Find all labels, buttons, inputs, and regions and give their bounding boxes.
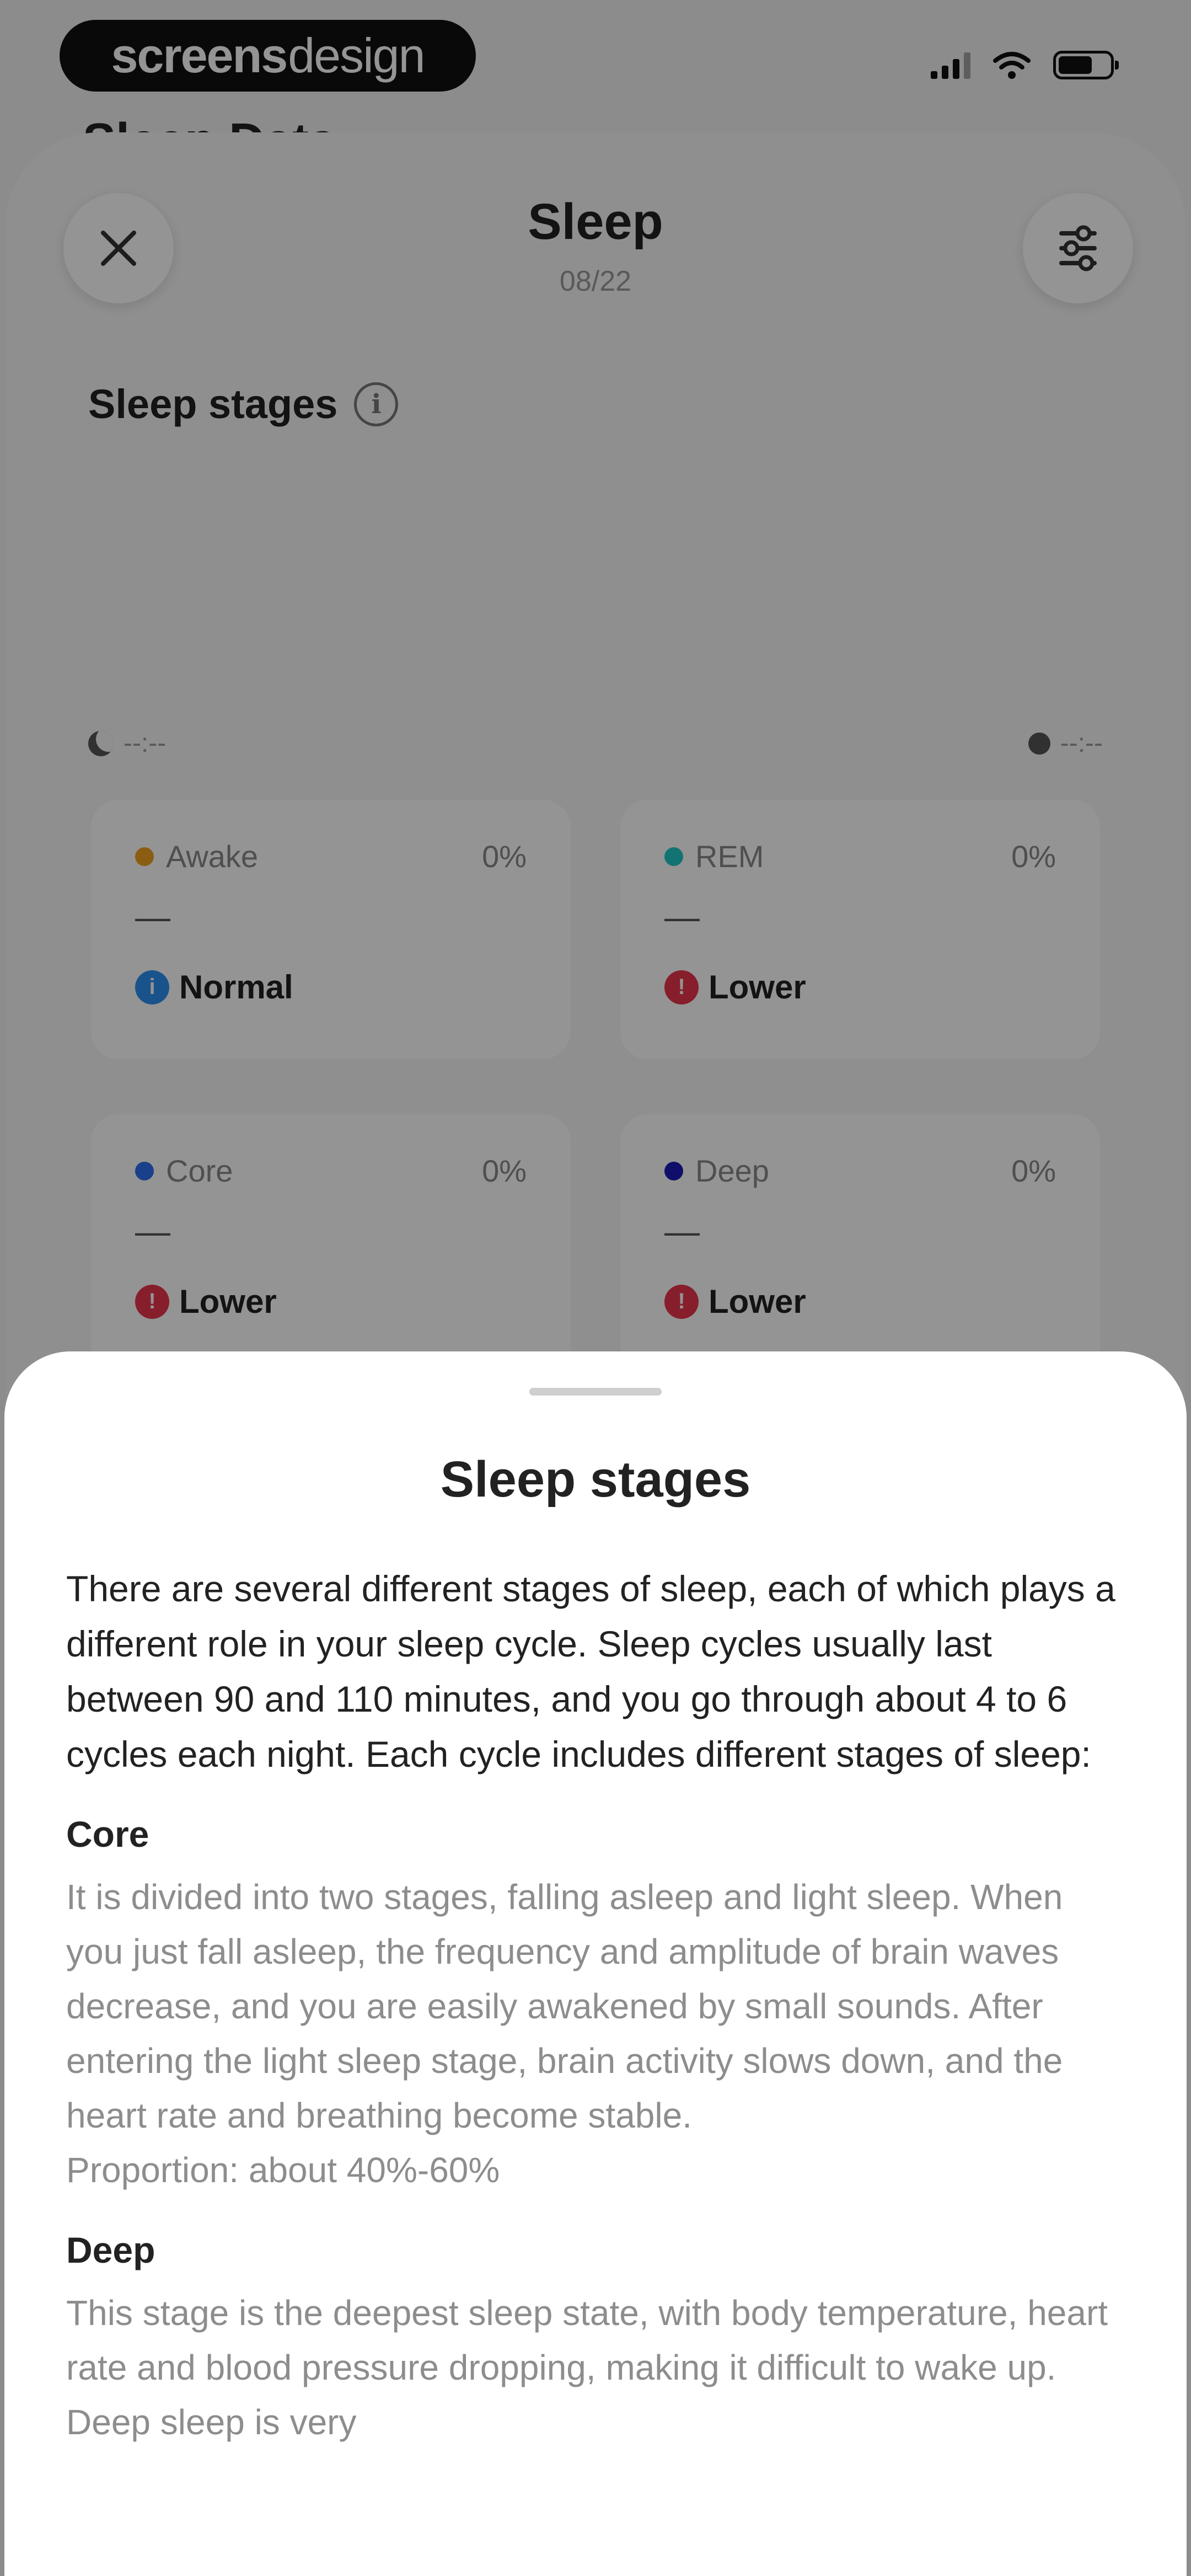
deep-description: This stage is the deepest sleep state, w… [66, 2293, 1108, 2442]
info-sheet-body: There are several different stages of sl… [66, 1561, 1125, 2450]
sleep-stages-info-sheet: Sleep stages There are several different… [4, 1351, 1187, 2576]
core-heading: Core [66, 1814, 149, 1854]
core-proportion: Proportion: about 40%-60% [66, 2150, 500, 2190]
core-description: It is divided into two stages, falling a… [66, 1877, 1063, 2135]
sheet-grabber[interactable] [529, 1388, 662, 1396]
intro-paragraph: There are several different stages of sl… [66, 1568, 1115, 1775]
deep-heading: Deep [66, 2230, 155, 2270]
info-sheet-title: Sleep stages [440, 1451, 751, 1508]
